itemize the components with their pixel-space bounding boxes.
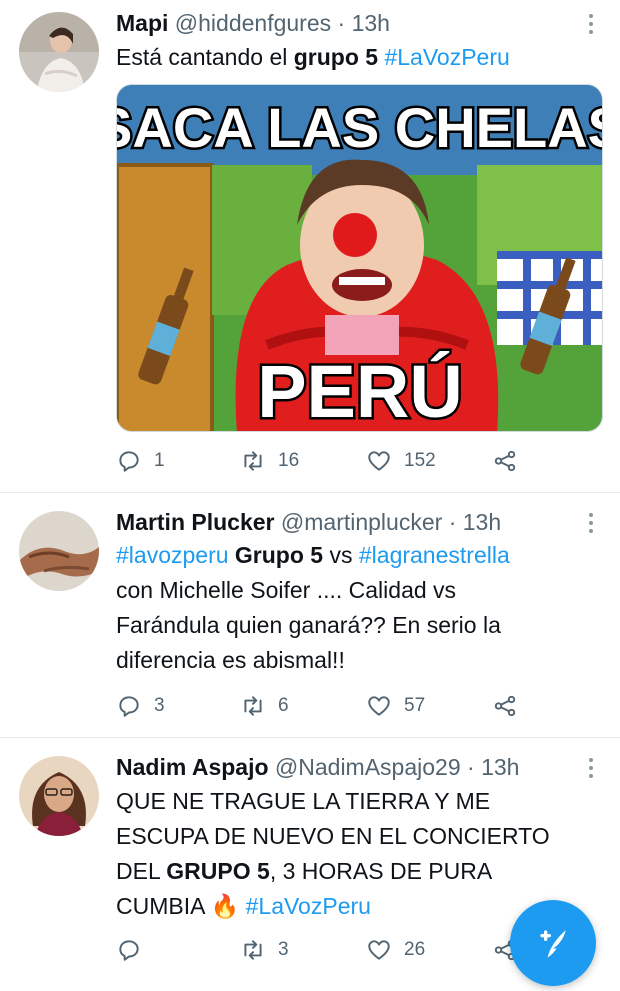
more-icon[interactable]: [586, 513, 596, 537]
reply-icon: [119, 696, 139, 717]
reply-button[interactable]: 3: [116, 691, 165, 721]
share-button[interactable]: [492, 691, 518, 721]
tweet[interactable]: Mapi @hiddenfgures · 13h Está cantando e…: [0, 0, 620, 493]
compose-tweet-button[interactable]: [510, 900, 596, 986]
tweet-header: Mapi @hiddenfgures · 13h: [116, 8, 580, 38]
text-line: ESCUPA DE NUEVO EN EL CONCIERTO: [116, 823, 550, 849]
author-name[interactable]: Nadim Aspajo: [116, 754, 269, 780]
retweet-count: 3: [278, 939, 289, 960]
separator-dot: ·: [467, 754, 475, 780]
reply-count: 1: [154, 450, 165, 471]
tweet-time[interactable]: 13h: [352, 10, 390, 36]
more-icon[interactable]: [586, 14, 596, 38]
avatar[interactable]: [19, 12, 99, 92]
share-icon: [494, 450, 516, 472]
text-line: diferencia es abismal!!: [116, 647, 345, 673]
text-line: QUE NE TRAGUE LA TIERRA Y ME: [116, 788, 491, 814]
like-count: 152: [404, 450, 436, 471]
tweet-actions: 3 6 57: [116, 691, 536, 721]
text-line: Farándula quien ganará?? En serio la: [116, 612, 501, 638]
like-icon: [368, 451, 390, 471]
retweet-icon: [244, 451, 262, 471]
text-line: con Michelle Soifer .... Calidad vs: [116, 577, 457, 603]
tweet-image[interactable]: SACA LAS CHELAS PERÚ: [116, 84, 603, 432]
like-count: 26: [404, 939, 426, 960]
author-name[interactable]: Mapi: [116, 10, 168, 36]
text-segment: vs: [323, 542, 359, 568]
separator-dot: ·: [448, 509, 457, 535]
more-icon[interactable]: [586, 758, 596, 782]
retweet-icon: [244, 696, 262, 716]
avatar[interactable]: [19, 511, 99, 591]
tweet-actions: 3 26: [116, 935, 536, 965]
compose-icon: [540, 930, 566, 958]
author-handle[interactable]: @hiddenfgures: [175, 10, 331, 36]
hashtag-link[interactable]: #LaVozPeru: [246, 893, 371, 919]
hashtag-link[interactable]: #lavozperu: [116, 542, 229, 568]
like-count: 57: [404, 695, 426, 716]
meme-top-caption: SACA LAS CHELAS: [117, 96, 603, 159]
text-segment: DEL: [116, 858, 167, 884]
tweet-text: Está cantando el grupo 5 #LaVozPeru: [116, 40, 590, 75]
hashtag-link[interactable]: #LaVozPeru: [384, 44, 509, 70]
avatar[interactable]: [19, 756, 99, 836]
text-segment: CUMBIA: [116, 893, 211, 919]
text-segment: , 3 HORAS DE PURA: [269, 858, 493, 884]
share-button[interactable]: [492, 446, 518, 476]
tweet-time[interactable]: 13h: [463, 509, 501, 535]
fire-emoji: 🔥: [210, 893, 240, 919]
tweet-header: Martin Plucker @martinplucker · 13h: [116, 507, 580, 537]
retweet-count: 6: [278, 695, 289, 716]
text-bold: grupo 5: [293, 44, 379, 70]
retweet-count: 16: [278, 450, 300, 471]
tweet-header: Nadim Aspajo @NadimAspajo29 · 13h: [116, 752, 580, 782]
meme-bottom-caption: PERÚ: [257, 350, 463, 432]
reply-icon: [119, 940, 139, 961]
reply-button[interactable]: 1: [116, 446, 165, 476]
separator-dot: ·: [337, 10, 346, 36]
author-handle[interactable]: @NadimAspajo29: [275, 754, 461, 780]
reply-button[interactable]: [116, 935, 154, 965]
retweet-button[interactable]: 16: [240, 446, 299, 476]
retweet-button[interactable]: 3: [240, 935, 289, 965]
share-icon: [494, 695, 516, 717]
tweet-actions: 1 16 152: [116, 446, 536, 476]
tweet[interactable]: Martin Plucker @martinplucker · 13h #lav…: [0, 493, 620, 738]
like-button[interactable]: 152: [366, 446, 436, 476]
text-bold: Grupo 5: [234, 542, 324, 568]
author-name[interactable]: Martin Plucker: [116, 509, 275, 535]
author-handle[interactable]: @martinplucker: [281, 509, 442, 535]
retweet-icon: [244, 940, 262, 960]
like-icon: [368, 696, 390, 716]
like-button[interactable]: 26: [366, 935, 425, 965]
text-bold: GRUPO 5: [166, 858, 270, 884]
tweet-text: #lavozperu Grupo 5 vs #lagranestrella co…: [116, 538, 590, 678]
reply-icon: [119, 451, 139, 472]
like-button[interactable]: 57: [366, 691, 425, 721]
retweet-button[interactable]: 6: [240, 691, 289, 721]
tweet-text: QUE NE TRAGUE LA TIERRA Y ME ESCUPA DE N…: [116, 784, 590, 924]
hashtag-link[interactable]: #lagranestrella: [359, 542, 510, 568]
tweet-time[interactable]: 13h: [481, 754, 519, 780]
like-icon: [368, 940, 390, 960]
reply-count: 3: [154, 695, 165, 716]
text-segment: Está cantando el: [116, 44, 294, 70]
